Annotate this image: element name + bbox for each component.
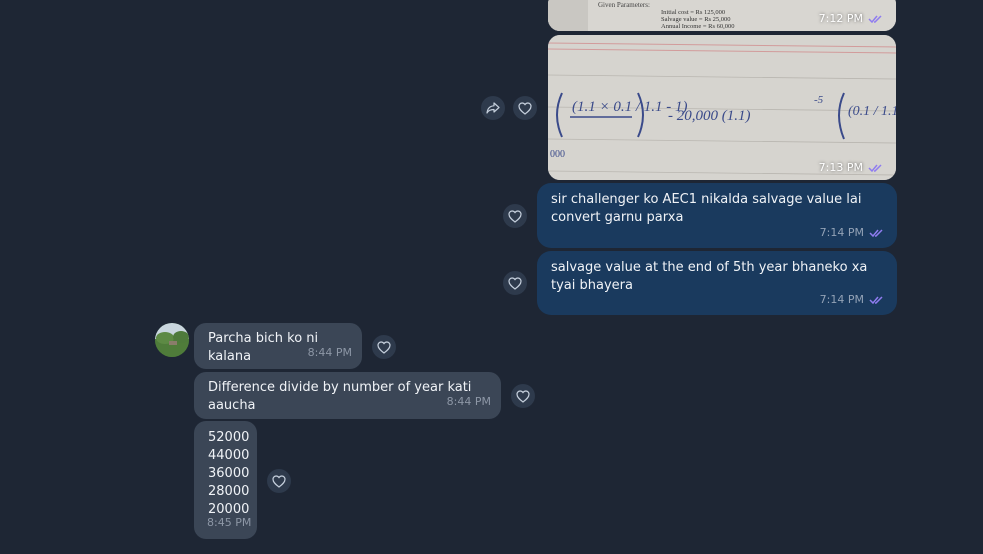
message-text: Difference divide by number of year kati… [208,380,472,413]
heart-icon [377,340,391,354]
photo-text-exponent: -5 [814,94,824,106]
react-button[interactable] [267,469,291,493]
react-button[interactable] [503,204,527,228]
image-message-1[interactable]: Given Parameters: Initial cost = Rs 125,… [548,0,896,31]
message-line: 28000 [208,484,250,499]
message-meta: 8:44 PM [308,344,352,362]
photo-notebook-2: (1.1 × 0.1 / 1.1 - 1) - 20,000 (1.1) -5 … [548,35,896,180]
double-check-icon [868,14,882,23]
double-check-icon [869,296,883,305]
outgoing-message-bubble[interactable]: salvage value at the end of 5th year bha… [537,251,897,315]
incoming-message-bubble[interactable]: 52000 44000 36000 28000 20000 8:45 PM [194,421,257,539]
avatar-image [155,323,189,357]
message-time: 8:44 PM [446,395,491,408]
react-button[interactable] [503,271,527,295]
message-time: 7:14 PM [819,293,864,306]
incoming-message-bubble[interactable]: Parcha bich ko ni kalana 8:44 PM [194,323,362,369]
avatar[interactable] [155,323,189,357]
message-time: 8:45 PM [207,516,252,529]
react-button[interactable] [511,384,535,408]
message-text: salvage value at the end of 5th year bha… [551,260,868,293]
message-text: sir challenger ko AEC1 nikalda salvage v… [551,192,862,225]
double-check-icon [869,229,883,238]
image-1-meta: 7:12 PM [819,12,884,25]
message-meta: 8:45 PM [207,514,251,532]
photo-text-zeros: 000 [550,149,565,160]
photo-text-partial: (0.1 / 1.1- [848,104,896,119]
heart-icon [272,474,286,488]
image-message-2[interactable]: (1.1 × 0.1 / 1.1 - 1) - 20,000 (1.1) -5 … [548,35,896,180]
share-icon [486,102,500,114]
image-2-meta: 7:13 PM [819,161,884,174]
message-time: 7:12 PM [818,12,863,25]
message-meta: 7:14 PM [820,224,885,242]
heart-icon [518,101,532,115]
photo-text-given: Given Parameters: [598,1,650,9]
photo-text-initial-cost: Initial cost = Rs 125,000 [661,9,725,16]
message-meta: 7:14 PM [820,291,885,309]
message-time: 7:14 PM [819,226,864,239]
react-button[interactable] [372,335,396,359]
heart-icon [508,276,522,290]
incoming-message-bubble[interactable]: Difference divide by number of year kati… [194,372,501,419]
message-line: 36000 [208,466,250,481]
photo-text-salvage-value: Salvage value = Rs 25,000 [661,16,731,23]
photo-text-annual-income: Annual Income = Rs 60,000 [661,23,735,30]
message-line: 52000 [208,430,250,445]
react-button[interactable] [513,96,537,120]
message-time: 8:44 PM [307,346,352,359]
message-meta: 8:44 PM [447,393,491,411]
double-check-icon [868,163,882,172]
heart-icon [508,209,522,223]
forward-button[interactable] [481,96,505,120]
message-time: 7:13 PM [818,161,863,174]
heart-icon [516,389,530,403]
outgoing-message-bubble[interactable]: sir challenger ko AEC1 nikalda salvage v… [537,183,897,248]
photo-text-salvage-term: - 20,000 (1.1) [668,108,751,124]
message-line: 44000 [208,448,250,463]
